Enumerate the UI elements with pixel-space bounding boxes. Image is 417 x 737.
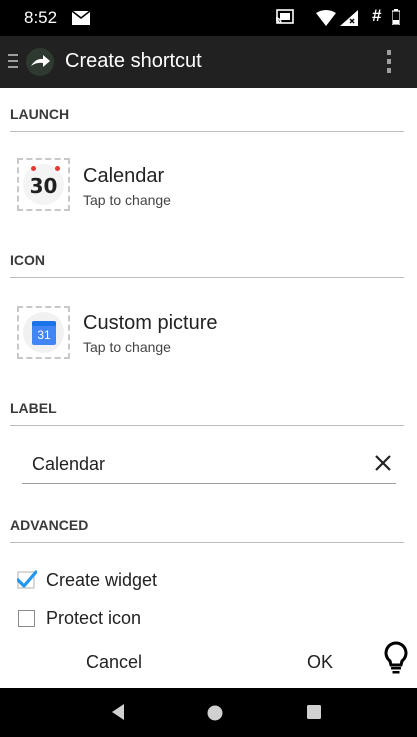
- navigation-bar: [0, 688, 417, 737]
- hash-icon: #: [372, 6, 382, 25]
- checkbox-unchecked-icon[interactable]: [18, 610, 35, 627]
- ok-button[interactable]: OK: [294, 644, 346, 680]
- clear-icon[interactable]: [374, 454, 392, 477]
- arrow-logo-icon: [26, 48, 54, 76]
- create-widget-label: Create widget: [46, 570, 158, 590]
- cancel-button[interactable]: Cancel: [66, 644, 162, 680]
- google-calendar-icon: 31: [23, 312, 64, 353]
- icon-subtitle: Tap to change: [83, 339, 171, 355]
- cast-icon: [275, 9, 294, 30]
- section-header-icon: ICON: [10, 252, 404, 278]
- calendar-dot-icon: [55, 166, 60, 171]
- section-header-label: LABEL: [10, 400, 404, 426]
- mail-icon: [71, 10, 91, 30]
- gcal-card: 31: [32, 321, 56, 345]
- protect-icon-label: Protect icon: [46, 608, 142, 628]
- gcal-date-number: 31: [37, 328, 51, 342]
- launch-title: Calendar: [83, 165, 165, 187]
- launch-picker[interactable]: 30 Calendar Tap to change: [0, 150, 417, 230]
- status-time: 8:52: [24, 8, 58, 27]
- drawer-icon[interactable]: [8, 53, 18, 74]
- label-field: [22, 445, 396, 484]
- icon-title: Custom picture: [83, 312, 218, 334]
- launch-app-thumbnail: 30: [17, 158, 70, 211]
- back-icon[interactable]: [110, 703, 126, 726]
- section-header-launch: LAUNCH: [10, 106, 404, 132]
- app-bar: Create shortcut: [0, 36, 417, 88]
- battery-icon: [391, 9, 401, 30]
- status-bar: 8:52 #: [0, 0, 417, 36]
- calendar-date-number: 30: [29, 174, 58, 198]
- wifi-icon: [316, 10, 336, 31]
- section-header-advanced: ADVANCED: [10, 517, 404, 543]
- create-widget-checkbox-row[interactable]: Create widget: [17, 568, 318, 596]
- page-title: Create shortcut: [65, 50, 202, 72]
- gcal-card-top: [32, 321, 56, 326]
- signal-icon: [340, 10, 358, 31]
- icon-picker[interactable]: 31 Custom picture Tap to change: [0, 296, 417, 376]
- protect-icon-checkbox-row[interactable]: Protect icon: [18, 606, 318, 634]
- check-icon[interactable]: [17, 570, 37, 589]
- recents-icon[interactable]: [306, 704, 322, 725]
- home-icon[interactable]: [206, 704, 224, 727]
- icon-thumbnail: 31: [17, 306, 70, 359]
- calendar-dot-icon: [31, 166, 36, 171]
- label-input[interactable]: [32, 451, 352, 477]
- lightbulb-icon[interactable]: [383, 641, 409, 680]
- overflow-menu-icon[interactable]: [384, 48, 394, 81]
- launch-subtitle: Tap to change: [83, 192, 171, 208]
